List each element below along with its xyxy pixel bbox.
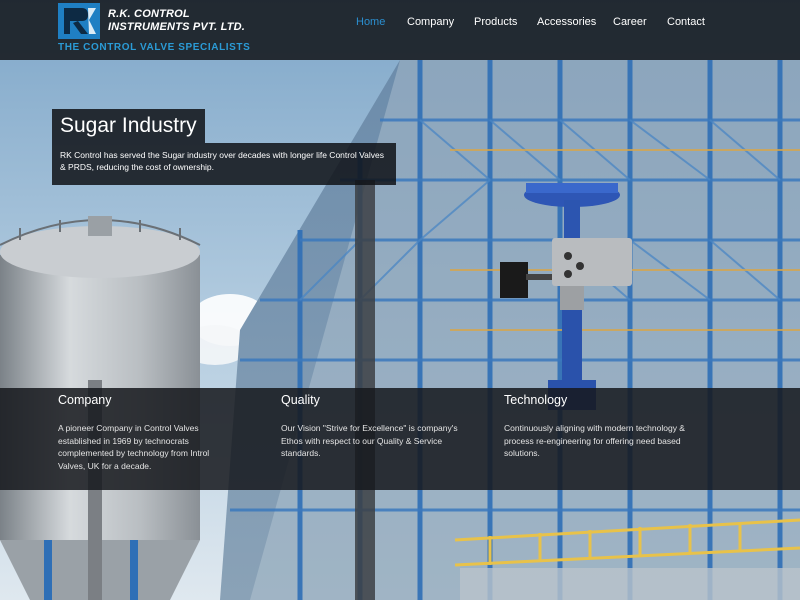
info-title: Quality [281, 393, 320, 407]
nav-home[interactable]: Home [356, 16, 385, 28]
info-column-quality: Quality Our Vision "Strive for Excellenc… [281, 392, 481, 460]
info-column-company: Company A pioneer Company in Control Val… [58, 392, 258, 472]
info-body: Continuously aligning with modern techno… [504, 423, 685, 459]
info-band: Company A pioneer Company in Control Val… [0, 388, 800, 490]
nav-company[interactable]: Company [407, 16, 454, 28]
rk-logo-icon [58, 3, 100, 39]
hero-title: Sugar Industry [52, 109, 205, 143]
info-column-technology: Technology Continuously aligning with mo… [504, 392, 704, 460]
info-body: Our Vision "Strive for Excellence" is co… [281, 423, 458, 459]
company-name: R.K. CONTROL INSTRUMENTS PVT. LTD. [108, 8, 246, 33]
hero-description: RK Control has served the Sugar industry… [52, 143, 396, 185]
info-title: Company [58, 393, 112, 407]
site-header: R.K. CONTROL INSTRUMENTS PVT. LTD. THE C… [0, 0, 800, 60]
nav-contact[interactable]: Contact [667, 16, 705, 28]
info-body: A pioneer Company in Control Valves esta… [58, 423, 210, 471]
company-tagline: THE CONTROL VALVE SPECIALISTS [58, 42, 251, 53]
hero-background-image [0, 0, 800, 600]
info-title: Technology [504, 393, 568, 407]
nav-accessories[interactable]: Accessories [537, 16, 596, 28]
nav-career[interactable]: Career [613, 16, 647, 28]
site-logo[interactable]: R.K. CONTROL INSTRUMENTS PVT. LTD. THE C… [58, 3, 258, 57]
nav-products[interactable]: Products [474, 16, 517, 28]
